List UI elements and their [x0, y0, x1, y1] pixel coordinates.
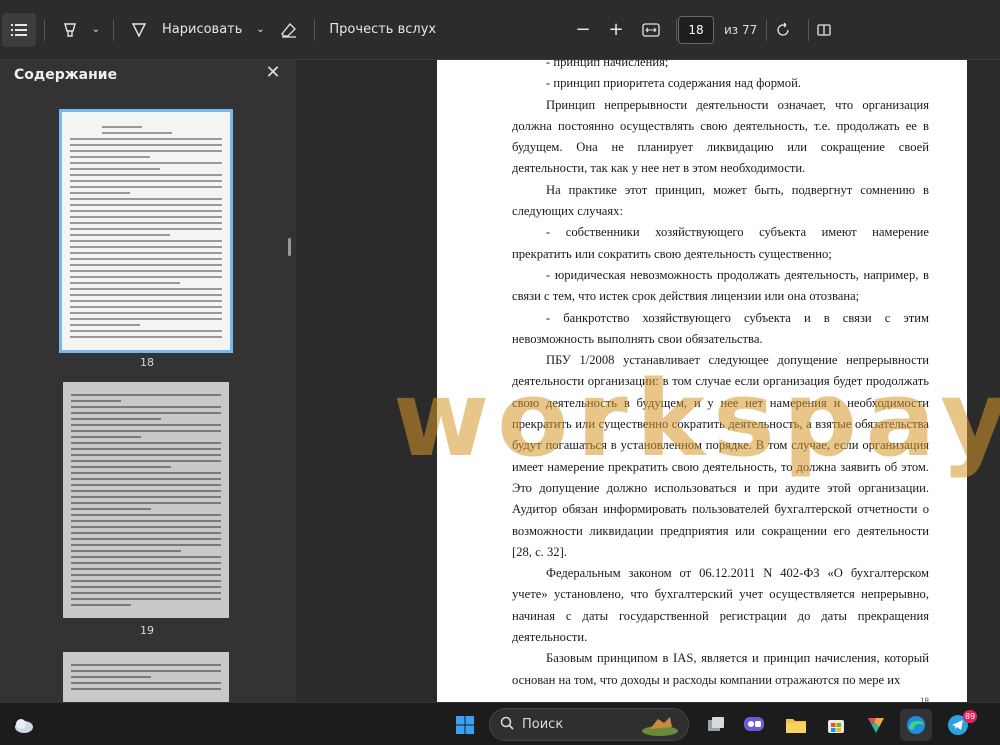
toolbar-separator	[676, 18, 677, 41]
document-page: - принцип начисления; - принцип приорите…	[437, 60, 967, 702]
chevron-down-icon[interactable]: ⌄	[87, 13, 105, 47]
list-icon[interactable]	[2, 12, 36, 47]
close-icon[interactable]: ✕	[263, 63, 283, 83]
thumbnail-number: 18	[140, 356, 154, 369]
doc-paragraph: Федеральным законом от 06.12.2011 N 402-…	[512, 566, 929, 645]
telegram-unread-badge: 89	[963, 710, 978, 723]
chat-icon[interactable]	[738, 709, 770, 741]
toolbar-separator	[44, 18, 45, 41]
weather-icon[interactable]	[8, 709, 40, 741]
page-thumbnail-18[interactable]	[59, 109, 233, 353]
edge-icon[interactable]	[900, 709, 932, 741]
page-total-label: из 77	[724, 23, 758, 37]
doc-paragraph: Принцип непрерывности деятельности означ…	[512, 97, 929, 176]
chevron-down-icon[interactable]: ⌄	[248, 13, 272, 47]
search-highlight-icon	[640, 713, 680, 741]
search-placeholder: Поиск	[522, 717, 564, 732]
thumbnail-number: 19	[140, 624, 154, 637]
doc-paragraph: - юридическая невозможность продолжать д…	[512, 267, 929, 304]
fit-width-icon[interactable]	[634, 13, 668, 47]
doc-paragraph: - собственники хозяйствующего субъекта и…	[512, 225, 929, 261]
page-footer-number: 18	[920, 695, 929, 702]
taskbar: Поиск	[0, 702, 1000, 745]
sidebar-contents: Содержание ✕ 18 19	[0, 60, 297, 702]
doc-paragraph: - принцип приоритета содержания над форм…	[546, 76, 801, 91]
draw-button[interactable]: Нарисовать	[156, 13, 248, 47]
sidebar-resize-handle[interactable]	[288, 238, 291, 256]
file-explorer-icon[interactable]	[780, 709, 812, 741]
two-page-icon[interactable]	[807, 13, 841, 47]
doc-paragraph: На практике этот принцип, может быть, по…	[512, 182, 929, 219]
windows-start-icon[interactable]	[449, 709, 481, 741]
page-thumbnail-20[interactable]	[63, 652, 229, 702]
read-aloud-button[interactable]: Прочесть вслух	[323, 13, 442, 47]
page-thumbnail-19[interactable]	[63, 382, 229, 618]
task-view-icon[interactable]	[700, 709, 732, 741]
toolbar-separator	[113, 18, 114, 41]
pen-icon[interactable]	[122, 13, 156, 47]
doc-paragraph: ПБУ 1/2008 устанавливает следующее допущ…	[512, 353, 929, 559]
search-icon	[500, 716, 514, 734]
rotate-icon[interactable]	[766, 13, 800, 47]
toolbar-separator	[314, 18, 316, 41]
store-icon[interactable]	[820, 709, 852, 741]
page-number-input[interactable]: 18	[678, 16, 714, 44]
sidebar-title: Содержание	[14, 67, 118, 83]
taskbar-search-box[interactable]: Поиск	[489, 708, 689, 741]
eraser-icon[interactable]	[272, 13, 306, 47]
minus-icon[interactable]: −	[566, 13, 600, 47]
photos-icon[interactable]	[860, 709, 892, 741]
doc-paragraph: - банкротство хозяйствующего субъекта и …	[512, 310, 929, 346]
plus-icon[interactable]: +	[599, 13, 633, 47]
highlighter-icon[interactable]	[53, 13, 87, 47]
document-viewport[interactable]: - принцип начисления; - принцип приорите…	[298, 60, 1000, 702]
doc-paragraph: - принцип начисления;	[546, 60, 669, 69]
toolbar: ⌄ Нарисовать ⌄ Прочесть вслух − + 18 из …	[0, 0, 1000, 60]
doc-paragraph: Базовым принципом в IAS, является и прин…	[512, 651, 929, 687]
